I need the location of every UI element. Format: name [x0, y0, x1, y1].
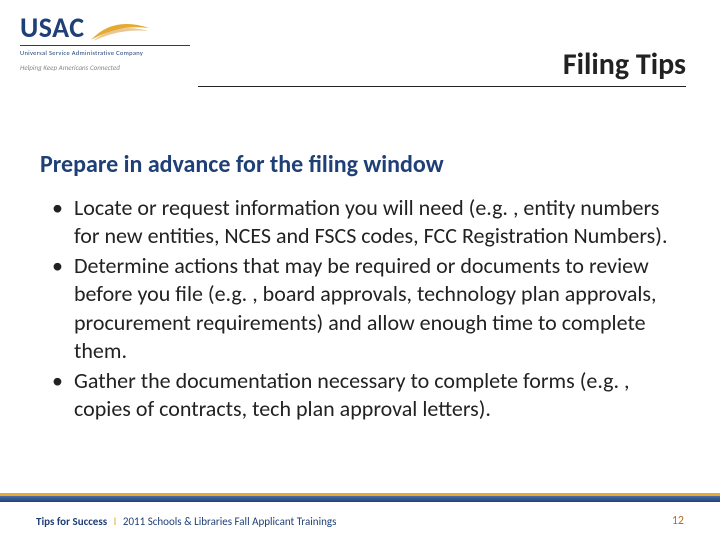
footer-bar — [0, 496, 720, 502]
footer-left-bold: Tips for Success — [36, 515, 107, 528]
page-number: 12 — [672, 514, 684, 528]
footer-separator-icon: I — [114, 515, 117, 528]
logo-tagline: Helping Keep Americans Connected — [20, 63, 190, 72]
title-rule — [198, 86, 686, 87]
page-title: Filing Tips — [563, 46, 686, 83]
footer-left-rest: 2011 Schools & Libraries Fall Applicant … — [123, 515, 336, 528]
logo-block: USAC Universal Service Administrative Co… — [20, 14, 190, 72]
logo-acronym: USAC — [20, 14, 85, 42]
footer-text: Tips for Success I 2011 Schools & Librar… — [36, 515, 336, 528]
slide: USAC Universal Service Administrative Co… — [0, 0, 720, 540]
list-item: Gather the documentation necessary to co… — [48, 367, 670, 423]
list-item: Locate or request information you will n… — [48, 194, 670, 250]
section-heading: Prepare in advance for the filing window — [40, 150, 444, 179]
swoosh-icon — [91, 22, 149, 42]
logo-row: USAC — [20, 14, 190, 42]
bullet-list: Locate or request information you will n… — [48, 194, 670, 425]
logo-subline: Universal Service Administrative Company — [20, 45, 190, 57]
list-item: Determine actions that may be required o… — [48, 252, 670, 365]
